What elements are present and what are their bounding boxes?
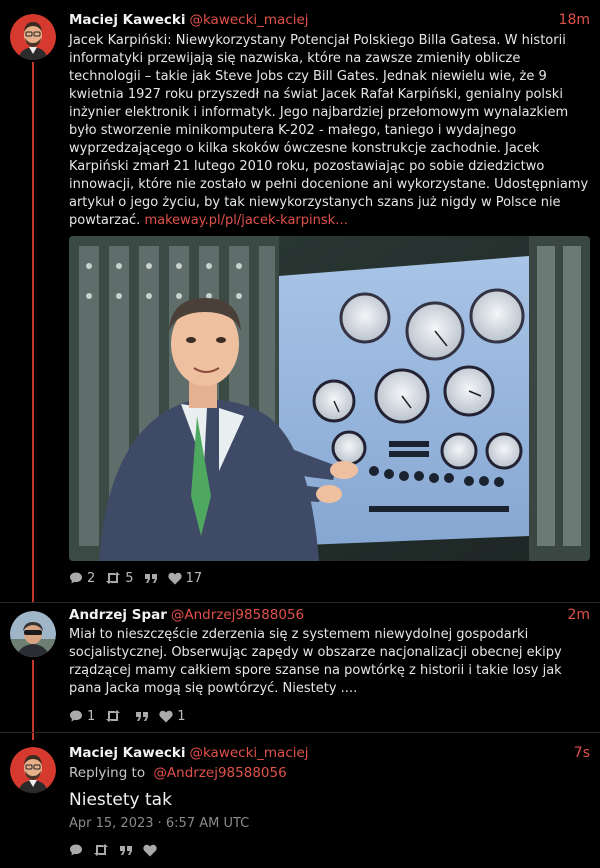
avatar[interactable]	[10, 14, 56, 60]
post-text-content: Jacek Karpiński: Niewykorzystany Potencj…	[69, 33, 589, 228]
post-main: Maciej Kawecki @kawecki_maciej 18m Jacek …	[0, 0, 600, 600]
heart-icon	[159, 710, 173, 722]
repost-icon	[94, 844, 108, 856]
replying-label: Replying to	[69, 765, 146, 781]
quote-button[interactable]	[119, 843, 133, 857]
heart-icon	[167, 572, 182, 584]
repost-count: 5	[125, 570, 134, 586]
like-button[interactable]: 1	[159, 708, 186, 724]
author-handle[interactable]: @kawecki_maciej	[189, 745, 308, 761]
post-text: Miał to nieszczęście zderzenia się z sys…	[69, 627, 562, 696]
repost-icon	[106, 710, 121, 722]
author-name[interactable]: Maciej Kawecki	[69, 12, 185, 28]
post-image[interactable]	[69, 236, 590, 561]
reply-count: 2	[87, 570, 96, 586]
post-reply: Andrzej Spar @Andrzej98588056 2m Miał to …	[0, 603, 600, 733]
reply-icon	[70, 710, 82, 722]
reply-button[interactable]: 2	[69, 571, 95, 586]
reply-button[interactable]	[69, 843, 83, 857]
avatar[interactable]	[10, 611, 56, 657]
author-name[interactable]: Andrzej Spar	[69, 607, 167, 623]
avatar[interactable]	[10, 747, 56, 793]
post-time[interactable]: 2m	[567, 605, 590, 625]
post-time[interactable]: 18m	[559, 10, 590, 30]
author-name[interactable]: Maciej Kawecki	[69, 745, 185, 761]
heart-icon	[143, 844, 157, 856]
reply-icon	[70, 844, 82, 856]
reply-button[interactable]: 1	[69, 709, 95, 724]
like-button[interactable]: 17	[167, 570, 203, 586]
repost-icon	[106, 572, 121, 584]
post-header: Andrzej Spar @Andrzej98588056 2m	[69, 605, 590, 625]
like-button[interactable]	[143, 844, 157, 857]
post-actions	[69, 842, 167, 858]
post-focused: Maciej Kawecki @kawecki_maciej 7s Replyin…	[0, 733, 600, 868]
post-header: Maciej Kawecki @kawecki_maciej 7s	[69, 743, 590, 763]
post-text: Jacek Karpiński: Niewykorzystany Potencj…	[69, 32, 590, 230]
repost-button[interactable]	[93, 843, 109, 857]
replying-to-handle[interactable]: @Andrzej98588056	[153, 765, 286, 781]
reply-count: 1	[87, 708, 96, 724]
post-header: Maciej Kawecki @kawecki_maciej 18m	[69, 10, 590, 30]
reply-icon	[70, 572, 82, 584]
replying-to: Replying to @Andrzej98588056	[69, 763, 590, 783]
repost-button[interactable]	[105, 709, 125, 723]
author-handle[interactable]: @kawecki_maciej	[189, 12, 308, 28]
repost-button[interactable]: 5	[105, 570, 134, 586]
quote-icon	[120, 846, 132, 855]
author-handle[interactable]: @Andrzej98588056	[171, 607, 304, 623]
post-text: Niestety tak	[69, 790, 172, 810]
post-actions: 1 1	[69, 708, 196, 724]
like-count: 17	[185, 570, 203, 586]
quote-button[interactable]	[144, 571, 158, 585]
post-time[interactable]: 7s	[574, 743, 590, 763]
quote-icon	[144, 574, 157, 583]
post-actions: 2 5 17	[69, 570, 212, 586]
quote-button[interactable]	[135, 709, 149, 723]
like-count: 1	[177, 708, 186, 724]
article-link[interactable]: makeway.pl/pl/jacek-karpinsk…	[144, 213, 348, 228]
quote-icon	[136, 712, 149, 721]
post-date[interactable]: Apr 15, 2023 · 6:57 AM UTC	[69, 815, 590, 833]
